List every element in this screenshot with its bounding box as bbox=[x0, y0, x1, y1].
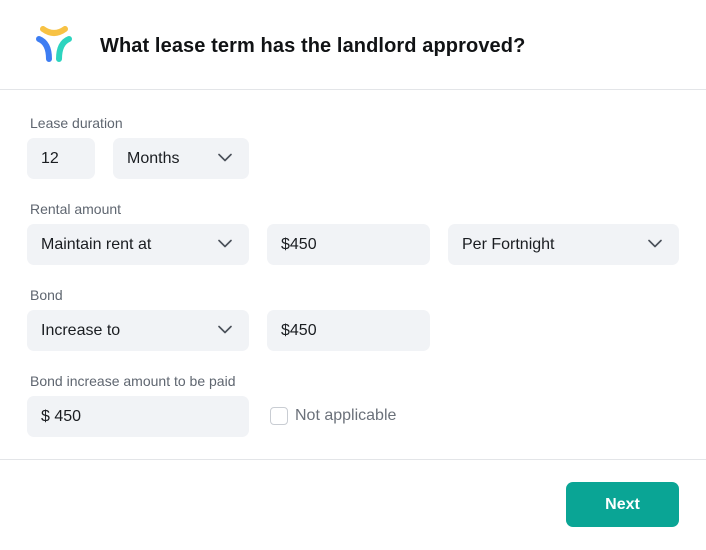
page-title: What lease term has the landlord approve… bbox=[100, 35, 526, 57]
bond-increase-label: Bond increase amount to be paid bbox=[30, 373, 236, 389]
rental-amount-value: $450 bbox=[281, 236, 317, 253]
rental-mode-value: Maintain rent at bbox=[41, 236, 152, 253]
not-applicable-option[interactable]: Not applicable bbox=[270, 406, 396, 426]
bond-increase-value: $ 450 bbox=[41, 408, 82, 425]
chevron-down-icon bbox=[218, 153, 232, 162]
lease-duration-value: 12 bbox=[41, 150, 59, 167]
rental-frequency-value: Per Fortnight bbox=[462, 236, 555, 253]
lease-unit-value: Months bbox=[127, 150, 180, 167]
bond-increase-input[interactable]: $ 450 bbox=[27, 396, 249, 437]
rental-mode-select[interactable]: Maintain rent at bbox=[27, 224, 249, 265]
lease-duration-label: Lease duration bbox=[30, 115, 123, 131]
not-applicable-checkbox[interactable] bbox=[270, 407, 288, 425]
bond-mode-select[interactable]: Increase to bbox=[27, 310, 249, 351]
lease-duration-input[interactable]: 12 bbox=[27, 138, 95, 179]
rental-frequency-select[interactable]: Per Fortnight bbox=[448, 224, 679, 265]
app-logo-icon bbox=[36, 26, 72, 62]
bond-amount-input[interactable]: $450 bbox=[267, 310, 430, 351]
lease-unit-select[interactable]: Months bbox=[113, 138, 249, 179]
next-button[interactable]: Next bbox=[566, 482, 679, 527]
page-header: What lease term has the landlord approve… bbox=[0, 0, 706, 90]
chevron-down-icon bbox=[218, 239, 232, 248]
bond-amount-value: $450 bbox=[281, 322, 317, 339]
chevron-down-icon bbox=[218, 325, 232, 334]
bond-mode-value: Increase to bbox=[41, 322, 121, 339]
chevron-down-icon bbox=[648, 239, 662, 248]
rental-amount-input[interactable]: $450 bbox=[267, 224, 430, 265]
bond-label: Bond bbox=[30, 287, 63, 303]
footer-divider bbox=[0, 459, 706, 460]
rental-amount-label: Rental amount bbox=[30, 201, 122, 217]
not-applicable-label: Not applicable bbox=[295, 407, 397, 424]
